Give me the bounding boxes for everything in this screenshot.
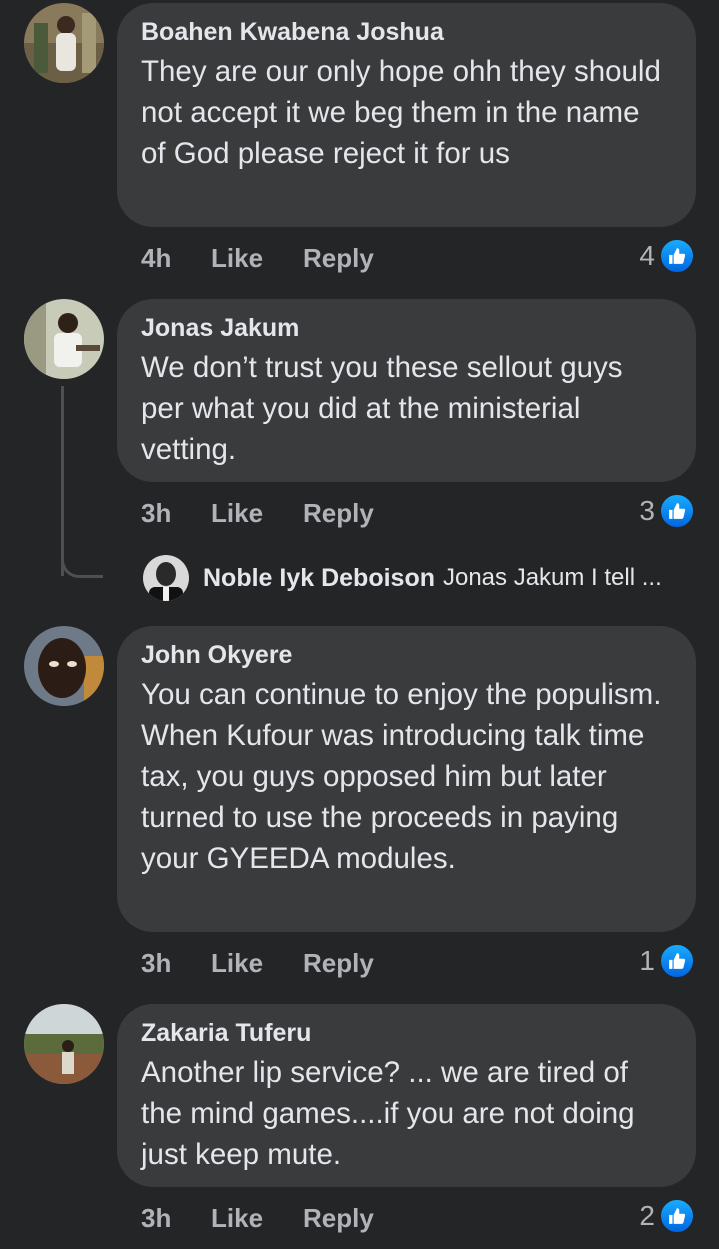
avatar[interactable]: [24, 1004, 104, 1084]
reply-button[interactable]: Reply: [303, 1201, 374, 1235]
comment-bubble: Zakaria Tuferu Another lip service? ... …: [117, 1004, 696, 1187]
reaction-count[interactable]: 2: [639, 1198, 695, 1234]
comment-timestamp[interactable]: 3h: [141, 946, 211, 980]
comment-bubble: Boahen Kwabena Joshua They are our only …: [117, 3, 696, 227]
thumbs-up-icon: [659, 238, 695, 274]
reaction-number: 4: [639, 240, 655, 271]
comment-actions: 3h Like Reply: [141, 496, 374, 530]
like-button[interactable]: Like: [211, 496, 303, 530]
comment-author[interactable]: Zakaria Tuferu: [141, 1018, 672, 1048]
comment-actions: 3h Like Reply: [141, 1201, 374, 1235]
reply-text: Jonas Jakum I tell ...: [442, 564, 662, 591]
reply-preview[interactable]: Noble Iyk Deboison Jonas Jakum I tell ..…: [143, 554, 662, 602]
comment-bubble: John Okyere You can continue to enjoy th…: [117, 626, 696, 932]
thumbs-up-icon: [659, 493, 695, 529]
reaction-count[interactable]: 4: [639, 238, 695, 274]
thumbs-up-icon: [659, 1198, 695, 1234]
reply-author[interactable]: Noble Iyk Deboison: [203, 564, 435, 593]
comment-timestamp[interactable]: 4h: [141, 241, 211, 275]
comment-author[interactable]: Boahen Kwabena Joshua: [141, 17, 672, 47]
comment-text: Another lip service? ... we are tired of…: [141, 1056, 635, 1171]
comment-actions: 4h Like Reply: [141, 241, 374, 275]
reaction-number: 1: [639, 945, 655, 976]
comment-text: We don’t trust you these sellout guys pe…: [141, 351, 623, 466]
like-button[interactable]: Like: [211, 946, 303, 980]
comment-bubble: Jonas Jakum We don’t trust you these sel…: [117, 299, 696, 482]
avatar[interactable]: [143, 555, 189, 601]
comment-author[interactable]: Jonas Jakum: [141, 313, 672, 343]
like-button[interactable]: Like: [211, 241, 303, 275]
reply-button[interactable]: Reply: [303, 946, 374, 980]
reaction-count[interactable]: 3: [639, 493, 695, 529]
comment-author[interactable]: John Okyere: [141, 640, 672, 670]
thread-connector-curve: [61, 540, 103, 578]
avatar[interactable]: [24, 3, 104, 83]
comment-actions: 3h Like Reply: [141, 946, 374, 980]
reply-button[interactable]: Reply: [303, 241, 374, 275]
reaction-number: 3: [639, 495, 655, 526]
comment-text: You can continue to enjoy the populism. …: [141, 678, 662, 875]
thumbs-up-icon: [659, 943, 695, 979]
reaction-number: 2: [639, 1200, 655, 1231]
comment-timestamp[interactable]: 3h: [141, 496, 211, 530]
avatar[interactable]: [24, 299, 104, 379]
reply-button[interactable]: Reply: [303, 496, 374, 530]
comment-timestamp[interactable]: 3h: [141, 1201, 211, 1235]
comment-text: They are our only hope ohh they should n…: [141, 55, 661, 170]
avatar[interactable]: [24, 626, 104, 706]
like-button[interactable]: Like: [211, 1201, 303, 1235]
reaction-count[interactable]: 1: [639, 943, 695, 979]
